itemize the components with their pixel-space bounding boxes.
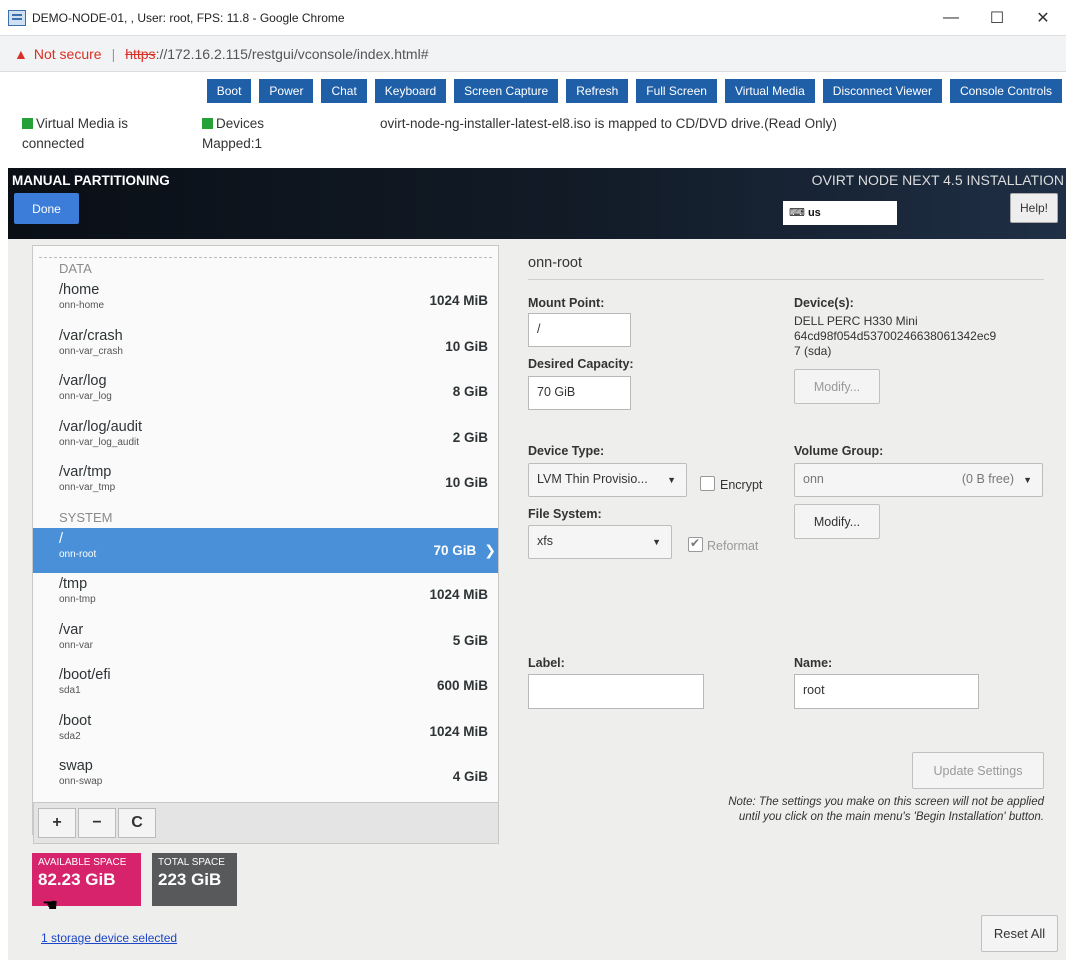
partition-row[interactable]: /boot sda2 1024 MiB [33, 710, 498, 756]
partition-row[interactable]: /var/log/audit onn-var_log_audit 2 GiB [33, 416, 498, 462]
device-type-dropdown[interactable]: LVM Thin Provisio... ▼ [528, 463, 687, 497]
dropdown-arrow-icon: ▼ [652, 537, 661, 547]
full-screen-button[interactable]: Full Screen [636, 79, 717, 103]
url-text: ://172.16.2.115/restgui/vconsole/index.h… [155, 45, 429, 62]
file-system-dropdown[interactable]: xfs ▼ [528, 525, 672, 559]
device-type-label: Device Type: [528, 444, 605, 458]
chevron-right-icon: ❯ [484, 541, 496, 558]
remove-partition-button[interactable]: − [78, 808, 116, 838]
storage-devices-link[interactable]: 1 storage device selected [41, 931, 177, 945]
status-green-icon [202, 118, 213, 129]
minimize-icon[interactable]: — [928, 0, 974, 35]
label-field-label: Label: [528, 656, 565, 670]
volume-group-label: Volume Group: [794, 444, 884, 458]
console-toolbar: Boot Power Chat Keyboard Screen Capture … [0, 72, 1066, 110]
update-settings-button[interactable]: Update Settings [912, 752, 1044, 789]
partition-row[interactable]: /var/tmp onn-var_tmp 10 GiB [33, 461, 498, 507]
window-title: DEMO-NODE-01, , User: root, FPS: 11.8 - … [32, 10, 345, 25]
url-scheme: https [125, 45, 156, 62]
keyboard-icon: ⌨ [789, 207, 805, 219]
details-title: onn-root [528, 255, 583, 271]
dropdown-arrow-icon: ▼ [667, 475, 676, 485]
partition-row[interactable]: /var/log onn-var_log 8 GiB [33, 370, 498, 416]
devices-mapped-status: Devices Mapped:1 [202, 116, 265, 151]
add-partition-button[interactable]: + [38, 808, 76, 838]
partition-row[interactable]: /var onn-var 5 GiB [33, 619, 498, 665]
iso-mapped-status: ovirt-node-ng-installer-latest-el8.iso i… [380, 116, 837, 131]
maximize-icon[interactable]: ☐ [974, 0, 1020, 35]
virtual-media-status: Virtual Media is connected Devices Mappe… [0, 110, 1066, 158]
details-divider [528, 279, 1044, 280]
install-section-header [39, 246, 492, 258]
keyboard-layout-indicator[interactable]: ⌨ us [783, 201, 897, 225]
dropdown-arrow-icon: ▼ [1023, 475, 1032, 485]
settings-note: Note: The settings you make on this scre… [728, 796, 1044, 823]
help-button[interactable]: Help! [1010, 193, 1058, 223]
encrypt-label: Encrypt [720, 478, 763, 492]
name-field-label: Name: [794, 656, 833, 670]
partition-row[interactable]: /var/crash onn-var_crash 10 GiB [33, 325, 498, 371]
page-title: MANUAL PARTITIONING [12, 173, 170, 188]
name-input[interactable]: root [794, 674, 979, 709]
system-group-label: SYSTEM [59, 509, 113, 525]
partition-list[interactable]: DATA /home onn-home 1024 MiB /var/crash … [32, 245, 499, 835]
power-button[interactable]: Power [259, 79, 314, 103]
product-title: OVIRT NODE NEXT 4.5 INSTALLATION [811, 172, 1064, 188]
keyboard-button[interactable]: Keyboard [374, 79, 447, 103]
total-space-badge: TOTAL SPACE 223 GiB [152, 853, 237, 906]
partition-actions: + − C [33, 802, 499, 844]
mount-point-label: Mount Point: [528, 296, 605, 310]
encrypt-checkbox[interactable] [700, 476, 715, 491]
partition-row[interactable]: /tmp onn-tmp 1024 MiB [33, 573, 498, 619]
hand-pointer-icon: ☚ [42, 895, 59, 915]
partition-row-selected[interactable]: / onn-root 70 GiB ❯ [33, 527, 498, 573]
refresh-button[interactable]: Refresh [566, 79, 629, 103]
status-green-icon [22, 118, 33, 129]
mount-point-input[interactable]: / [528, 313, 631, 347]
reformat-checkbox[interactable] [688, 536, 703, 552]
device-description: DELL PERC H330 Mini 64cd98f054d537002466… [794, 314, 997, 358]
close-icon[interactable]: ✕ [1020, 0, 1066, 35]
reformat-label: Reformat [707, 539, 759, 553]
not-secure-label[interactable]: Not secure [34, 46, 102, 62]
address-bar[interactable]: ▲ Not secure | https ://172.16.2.115/res… [0, 36, 1066, 72]
virtual-media-button[interactable]: Virtual Media [724, 79, 815, 103]
disconnect-viewer-button[interactable]: Disconnect Viewer [822, 79, 942, 103]
data-group-label: DATA [59, 261, 92, 276]
partition-row[interactable]: /home onn-home 1024 MiB [33, 279, 498, 325]
partition-row[interactable]: /boot/efi sda1 600 MiB [33, 664, 498, 710]
warning-icon: ▲ [14, 45, 28, 62]
partition-row[interactable]: swap onn-swap 4 GiB [33, 755, 498, 801]
desired-capacity-label: Desired Capacity: [528, 357, 634, 371]
virtual-media-connected-status: Virtual Media is connected [22, 116, 129, 151]
devices-label: Device(s): [794, 296, 854, 310]
refresh-icon[interactable]: C [118, 808, 156, 838]
modify-volume-group-button[interactable]: Modify... [794, 504, 880, 539]
window-titlebar: DEMO-NODE-01, , User: root, FPS: 11.8 - … [0, 0, 1066, 36]
label-input[interactable] [528, 674, 704, 709]
chat-button[interactable]: Chat [321, 79, 367, 103]
volume-group-dropdown[interactable]: onn (0 B free) ▼ [794, 463, 1043, 497]
installer-header: MANUAL PARTITIONING Done OVIRT NODE NEXT… [8, 168, 1066, 239]
partitioning-content: DATA /home onn-home 1024 MiB /var/crash … [8, 239, 1066, 960]
address-separator: | [111, 45, 116, 62]
reset-all-button[interactable]: Reset All [981, 915, 1058, 952]
console-controls-button[interactable]: Console Controls [949, 79, 1062, 103]
boot-button[interactable]: Boot [206, 79, 252, 103]
done-button[interactable]: Done [14, 193, 79, 224]
desired-capacity-input[interactable]: 70 GiB [528, 376, 631, 410]
app-icon [8, 9, 26, 26]
modify-devices-button[interactable]: Modify... [794, 369, 880, 404]
file-system-label: File System: [528, 507, 602, 521]
screen-capture-button[interactable]: Screen Capture [454, 79, 559, 103]
